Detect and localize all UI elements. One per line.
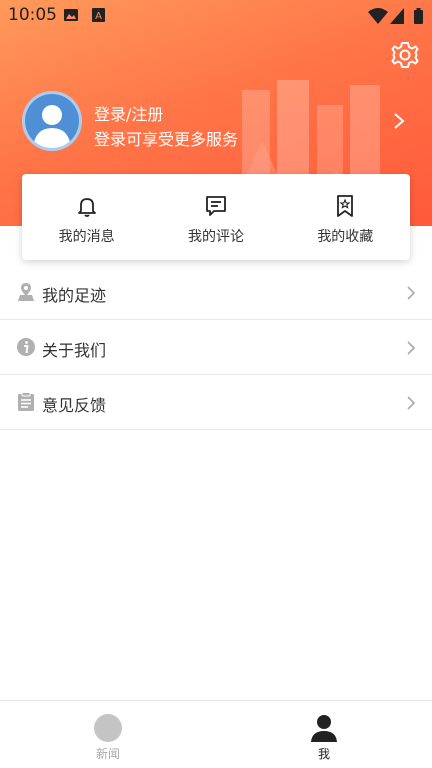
person-icon bbox=[311, 715, 337, 742]
chevron-right-icon bbox=[407, 341, 416, 355]
tab-news[interactable]: 新闻 bbox=[0, 701, 216, 768]
my-messages-label: 我的消息 bbox=[58, 229, 115, 245]
tab-me-label: 我 bbox=[317, 747, 330, 761]
quick-actions-card: 我的消息 我的评论 我的收藏 bbox=[22, 174, 410, 260]
signal-icon bbox=[390, 8, 404, 24]
menu-item-footprints[interactable]: 我的足迹 bbox=[0, 265, 432, 320]
svg-text:A: A bbox=[95, 11, 102, 22]
bell-icon bbox=[77, 198, 96, 217]
login-register-link[interactable]: 登录/注册 bbox=[94, 101, 163, 125]
menu-label: 关于我们 bbox=[42, 341, 107, 360]
menu-label: 我的足迹 bbox=[42, 286, 107, 305]
battery-icon bbox=[414, 8, 423, 24]
image-icon bbox=[64, 9, 78, 21]
a-icon: A bbox=[92, 8, 105, 22]
chevron-right-icon bbox=[407, 396, 416, 410]
my-messages-button[interactable]: 我的消息 bbox=[22, 174, 151, 260]
location-pin-icon bbox=[18, 283, 34, 301]
comment-icon bbox=[206, 196, 226, 216]
clipboard-icon bbox=[18, 392, 34, 411]
login-subtitle: 登录可享受更多服务 bbox=[94, 130, 239, 149]
news-icon bbox=[94, 714, 122, 742]
wifi-icon bbox=[368, 8, 388, 24]
menu-item-about-us[interactable]: 关于我们 bbox=[0, 320, 432, 375]
info-icon bbox=[17, 338, 35, 356]
avatar[interactable] bbox=[22, 91, 82, 151]
bookmark-icon bbox=[337, 195, 354, 217]
status-bar: 10:05 A bbox=[0, 0, 432, 30]
tab-me[interactable]: 我 bbox=[216, 701, 432, 768]
chevron-right-icon bbox=[407, 286, 416, 300]
menu-label: 意见反馈 bbox=[42, 396, 107, 415]
chevron-right-icon[interactable] bbox=[392, 112, 406, 130]
gear-icon[interactable] bbox=[390, 40, 420, 70]
tab-news-label: 新闻 bbox=[95, 747, 120, 761]
status-time: 10:05 bbox=[8, 5, 57, 25]
menu-item-feedback[interactable]: 意见反馈 bbox=[0, 375, 432, 430]
my-favorites-button[interactable]: 我的收藏 bbox=[281, 174, 410, 260]
my-favorites-label: 我的收藏 bbox=[317, 229, 374, 245]
my-comments-label: 我的评论 bbox=[187, 229, 244, 245]
user-silhouette-icon bbox=[33, 105, 71, 148]
settings-menu-list: 我的足迹 关于我们 意见反馈 bbox=[0, 265, 432, 430]
my-comments-button[interactable]: 我的评论 bbox=[151, 174, 280, 260]
bottom-tab-bar: 新闻 我 bbox=[0, 700, 432, 768]
